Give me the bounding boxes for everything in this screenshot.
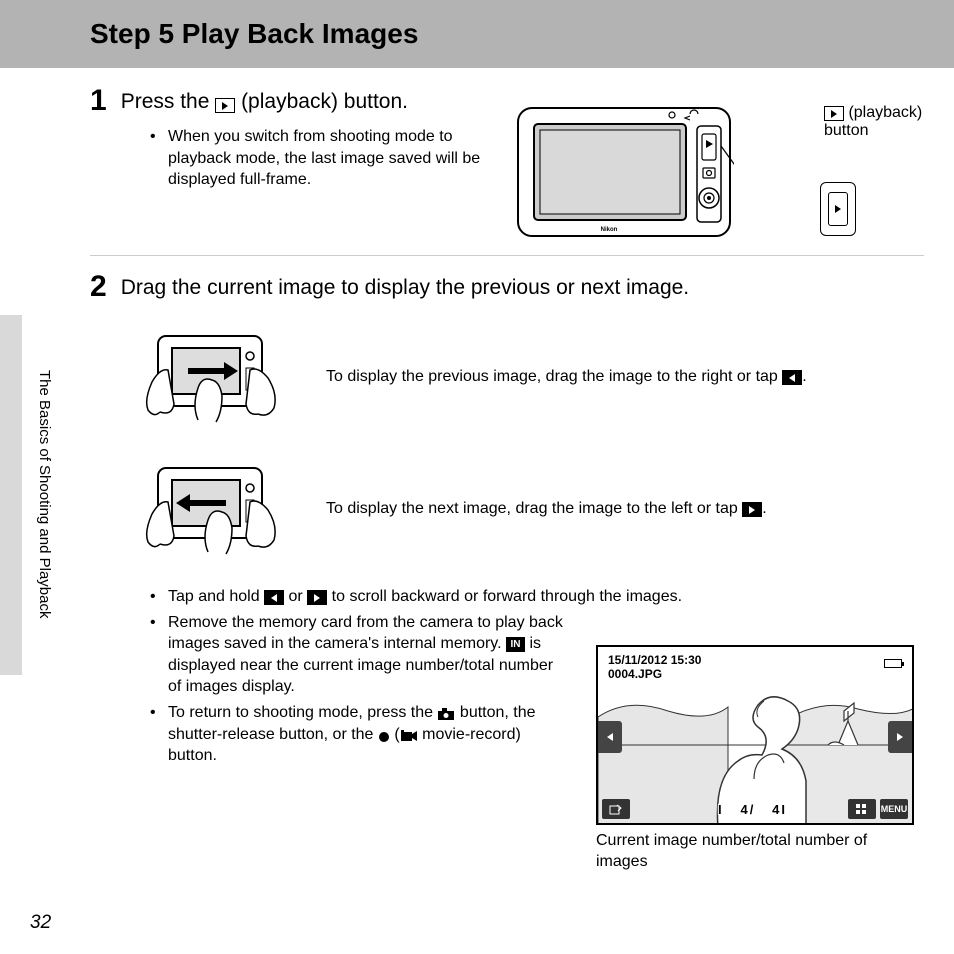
step-2-title: Drag the current image to display the pr… bbox=[121, 272, 689, 300]
playback-button-label: (playback)button bbox=[824, 104, 924, 140]
record-dot-icon bbox=[378, 731, 390, 743]
screen-menu-button[interactable]: MENU bbox=[880, 799, 908, 819]
playback-button-callout bbox=[820, 182, 856, 236]
drag-right-row: To display the previous image, drag the … bbox=[130, 322, 924, 432]
screen-thumbnail-button[interactable] bbox=[848, 799, 876, 819]
playback-triangle-icon bbox=[835, 205, 841, 213]
right-arrow-icon bbox=[307, 590, 327, 605]
drag-left-row: To display the next image, drag the imag… bbox=[130, 454, 924, 564]
left-arrow-icon bbox=[782, 370, 802, 385]
right-arrow-icon bbox=[742, 502, 762, 517]
playback-screen-preview: 15/11/2012 15:30 0004.JPG I 4/ 4I MENU C… bbox=[596, 645, 914, 873]
drag-right-text: To display the previous image, drag the … bbox=[326, 368, 807, 386]
sidebar-tab bbox=[0, 315, 22, 675]
internal-memory-icon: IN bbox=[506, 637, 525, 652]
screen-edit-button[interactable] bbox=[602, 799, 630, 819]
step-1-bullet: When you switch from shooting mode to pl… bbox=[150, 126, 515, 191]
step-2-number: 2 bbox=[90, 272, 107, 302]
svg-text:Nikon: Nikon bbox=[601, 227, 618, 233]
section-label: The Basics of Shooting and Playback bbox=[36, 370, 53, 618]
camera-icon bbox=[437, 707, 455, 721]
camera-back-diagram: Nikon bbox=[514, 104, 734, 244]
screen-counter: I 4/ 4I bbox=[718, 802, 787, 817]
playback-icon bbox=[215, 98, 235, 113]
screen-caption: Current image number/total number of ima… bbox=[596, 831, 914, 873]
step-2-bullet-2: Remove the memory card from the camera t… bbox=[150, 612, 570, 698]
left-arrow-icon bbox=[264, 590, 284, 605]
screen-next-button[interactable] bbox=[888, 721, 912, 753]
drag-left-text: To display the next image, drag the imag… bbox=[326, 500, 767, 518]
step-2-bullet-3: To return to shooting mode, press the bu… bbox=[150, 702, 570, 767]
step-2-bullet-1: Tap and hold or to scroll backward or fo… bbox=[150, 586, 910, 608]
page-number: 32 bbox=[30, 912, 51, 934]
step-1-title: Press the (playback) button. bbox=[121, 86, 408, 114]
screen-prev-button[interactable] bbox=[598, 721, 622, 753]
movie-record-icon bbox=[400, 729, 418, 743]
drag-left-illustration bbox=[130, 454, 290, 564]
screen-datetime: 15/11/2012 15:30 bbox=[608, 653, 701, 667]
screen-filename: 0004.JPG bbox=[608, 667, 662, 681]
playback-icon bbox=[824, 106, 844, 121]
camera-illustration-group: Nikon (playback)button bbox=[514, 104, 914, 249]
battery-icon bbox=[884, 655, 902, 673]
drag-right-illustration bbox=[130, 322, 290, 432]
page-title: Step 5 Play Back Images bbox=[0, 0, 954, 68]
step-1-number: 1 bbox=[90, 86, 107, 116]
